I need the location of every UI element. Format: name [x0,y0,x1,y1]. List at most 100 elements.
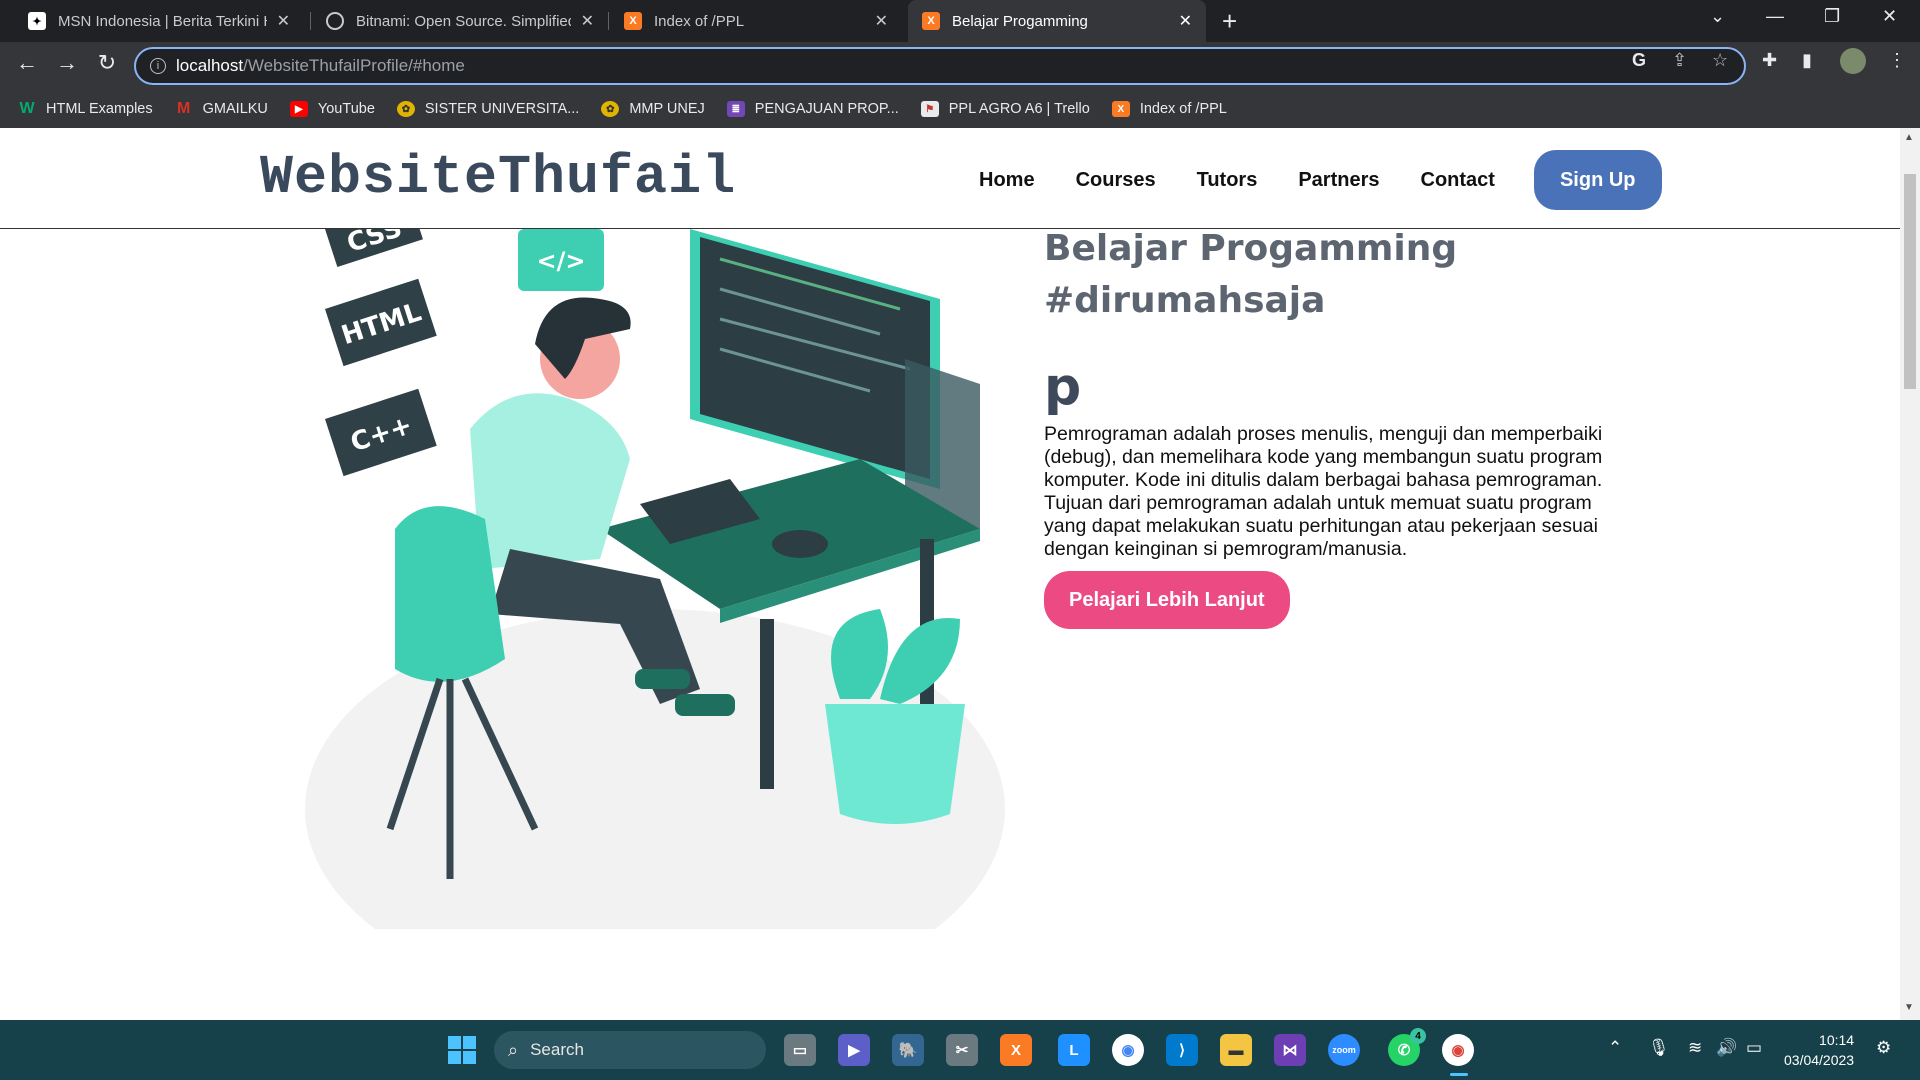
teams-chat-icon[interactable]: ▶ [838,1034,870,1066]
address-bar[interactable]: i localhost/WebsiteThufailProfile/#home [134,47,1746,85]
chrome-active-icon[interactable]: ◉ [1442,1034,1474,1066]
tab-divider [608,12,609,30]
bookmark-star-icon[interactable]: ☆ [1712,50,1728,71]
bookmark-youtube[interactable]: ▶ YouTube [289,101,375,117]
tab-index-ppl[interactable]: X Index of /PPL ✕ [610,0,902,42]
notification-badge: 4 [1410,1028,1426,1044]
profile-avatar[interactable] [1840,48,1866,74]
windows-taskbar: ⌕ Search ▭ ▶ 🐘 ✂ X L ◉ ⟩ ▬ ⋈ zoom ✆ 4 ◉ ⌃… [0,1020,1920,1080]
bookmark-gmailku[interactable]: M GMAILKU [175,100,268,117]
forward-icon[interactable]: → [52,50,82,76]
youtube-icon: ▶ [289,101,308,117]
tab-search-icon[interactable]: ⌄ [1710,6,1725,27]
volume-icon[interactable]: 🔊 [1716,1038,1737,1058]
back-icon[interactable]: ← [12,50,42,76]
task-view-icon[interactable]: ▭ [784,1034,816,1066]
trello-icon: ⚑ [920,101,939,117]
chrome-icon[interactable]: ◉ [1112,1034,1144,1066]
l-app-icon[interactable]: L [1058,1034,1090,1066]
url-host: localhost [176,56,244,75]
css-badge: CSS [325,229,423,268]
hero-title-line1: Belajar Progamming [1044,228,1458,269]
plant [825,609,965,824]
close-icon[interactable]: ✕ [581,11,594,31]
mouse [772,530,828,558]
taskbar-search[interactable]: ⌕ Search [494,1031,766,1069]
notifications-icon[interactable]: ⚙ [1876,1038,1891,1058]
restore-icon[interactable]: ❐ [1824,6,1840,27]
site-nav: Home Courses Tutors Partners Contact Sig… [979,150,1662,210]
snipping-tool-icon[interactable]: ✂ [946,1034,978,1066]
site-logo[interactable]: WebsiteThufail [260,146,736,209]
zoom-icon[interactable]: zoom [1328,1034,1360,1066]
wifi-icon[interactable]: ≋ [1688,1038,1702,1058]
battery-icon[interactable]: ▭ [1746,1038,1762,1058]
menu-icon[interactable]: ⋮ [1888,50,1906,71]
hero-description: Pemrograman adalah proses menulis, mengu… [1044,423,1603,560]
close-window-icon[interactable]: ✕ [1882,6,1897,27]
scroll-thumb[interactable] [1904,174,1916,389]
xampp-icon: X [922,12,940,30]
hero-text: Belajar Progamming #dirumahsaja p Pemrog… [1044,223,1634,629]
xampp-icon: X [1111,101,1130,117]
hero-title-line2: #dirumahsaja [1044,280,1326,321]
side-panel-icon[interactable]: ▮ [1802,50,1812,71]
site-info-icon[interactable]: i [150,58,166,74]
page-viewport: WebsiteThufail Home Courses Tutors Partn… [0,128,1900,1020]
forms-icon: ≣ [726,101,745,117]
extensions-icon[interactable]: ✚ [1762,50,1777,71]
whatsapp-icon[interactable]: ✆ 4 [1388,1028,1426,1066]
minimize-icon[interactable]: — [1766,6,1784,27]
postgres-icon[interactable]: 🐘 [892,1034,924,1066]
clock-date: 03/04/2023 [1784,1052,1855,1068]
nav-tutors[interactable]: Tutors [1197,169,1258,192]
tab-divider [310,12,311,30]
reload-icon[interactable]: ↻ [92,50,122,76]
signup-button[interactable]: Sign Up [1533,150,1662,210]
html-badge: HTML [325,278,437,367]
bookmarks-bar: W HTML Examples M GMAILKU ▶ YouTube ✿ SISTER… [0,90,1920,128]
nav-courses[interactable]: Courses [1076,169,1156,192]
bookmark-sister-universitas[interactable]: ✿ SISTER UNIVERSITA... [396,101,579,117]
scroll-up-icon[interactable]: ▲ [1904,132,1914,143]
windows-start-icon[interactable] [448,1036,476,1064]
code-bubble: </> [518,229,604,291]
bookmark-pengajuan-prop[interactable]: ≣ PENGAJUAN PROP... [726,101,899,117]
bookmark-html-examples[interactable]: W HTML Examples [18,100,152,117]
nav-home[interactable]: Home [979,169,1035,192]
clock-time: 10:14 [1819,1032,1855,1048]
show-hidden-icons[interactable]: ⌃ [1608,1038,1622,1058]
bookmark-index-ppl[interactable]: X Index of /PPL [1111,101,1227,117]
hero-p-heading: p [1044,357,1082,417]
globe-icon [326,12,344,30]
university-seal-icon: ✿ [601,101,620,117]
university-seal-icon: ✿ [396,101,415,117]
tab-bitnami[interactable]: Bitnami: Open Source. Simplified ✕ [312,0,608,42]
browser-toolbar: ← → ↻ i localhost/WebsiteThufailProfile/… [0,42,1920,90]
new-tab-button[interactable]: + [1222,6,1237,37]
system-clock[interactable]: 10:14 03/04/2023 [1784,1030,1854,1070]
nav-contact[interactable]: Contact [1421,169,1495,192]
tab-msn[interactable]: ✦ MSN Indonesia | Berita Terkini Ha ✕ [14,0,304,42]
google-lens-icon[interactable]: G [1632,50,1646,71]
bookmark-trello[interactable]: ⚑ PPL AGRO A6 | Trello [920,101,1090,117]
file-explorer-icon[interactable]: ▬ [1220,1034,1252,1066]
nav-partners[interactable]: Partners [1298,169,1379,192]
active-app-indicator [1450,1073,1468,1076]
microphone-icon[interactable]: 🎙 [1648,1038,1670,1058]
close-icon[interactable]: ✕ [875,11,888,31]
close-icon[interactable]: ✕ [1179,11,1192,31]
share-icon[interactable]: ⇪ [1672,50,1687,71]
xampp-icon[interactable]: X [1000,1034,1032,1066]
tab-strip: ✦ MSN Indonesia | Berita Terkini Ha ✕ Bi… [0,0,1920,42]
close-icon[interactable]: ✕ [277,11,290,31]
bookmark-mmp-unej[interactable]: ✿ MMP UNEJ [601,101,705,117]
msn-icon: ✦ [28,12,46,30]
visual-studio-icon[interactable]: ⋈ [1274,1034,1306,1066]
vscode-icon[interactable]: ⟩ [1166,1034,1198,1066]
tab-belajar-progamming[interactable]: X Belajar Progamming ✕ [908,0,1206,42]
url-path: /WebsiteThufailProfile/#home [243,56,465,75]
learn-more-button[interactable]: Pelajari Lebih Lanjut [1044,571,1290,629]
page-scrollbar[interactable]: ▲ ▼ [1900,128,1920,1020]
scroll-down-icon[interactable]: ▼ [1904,1002,1914,1013]
